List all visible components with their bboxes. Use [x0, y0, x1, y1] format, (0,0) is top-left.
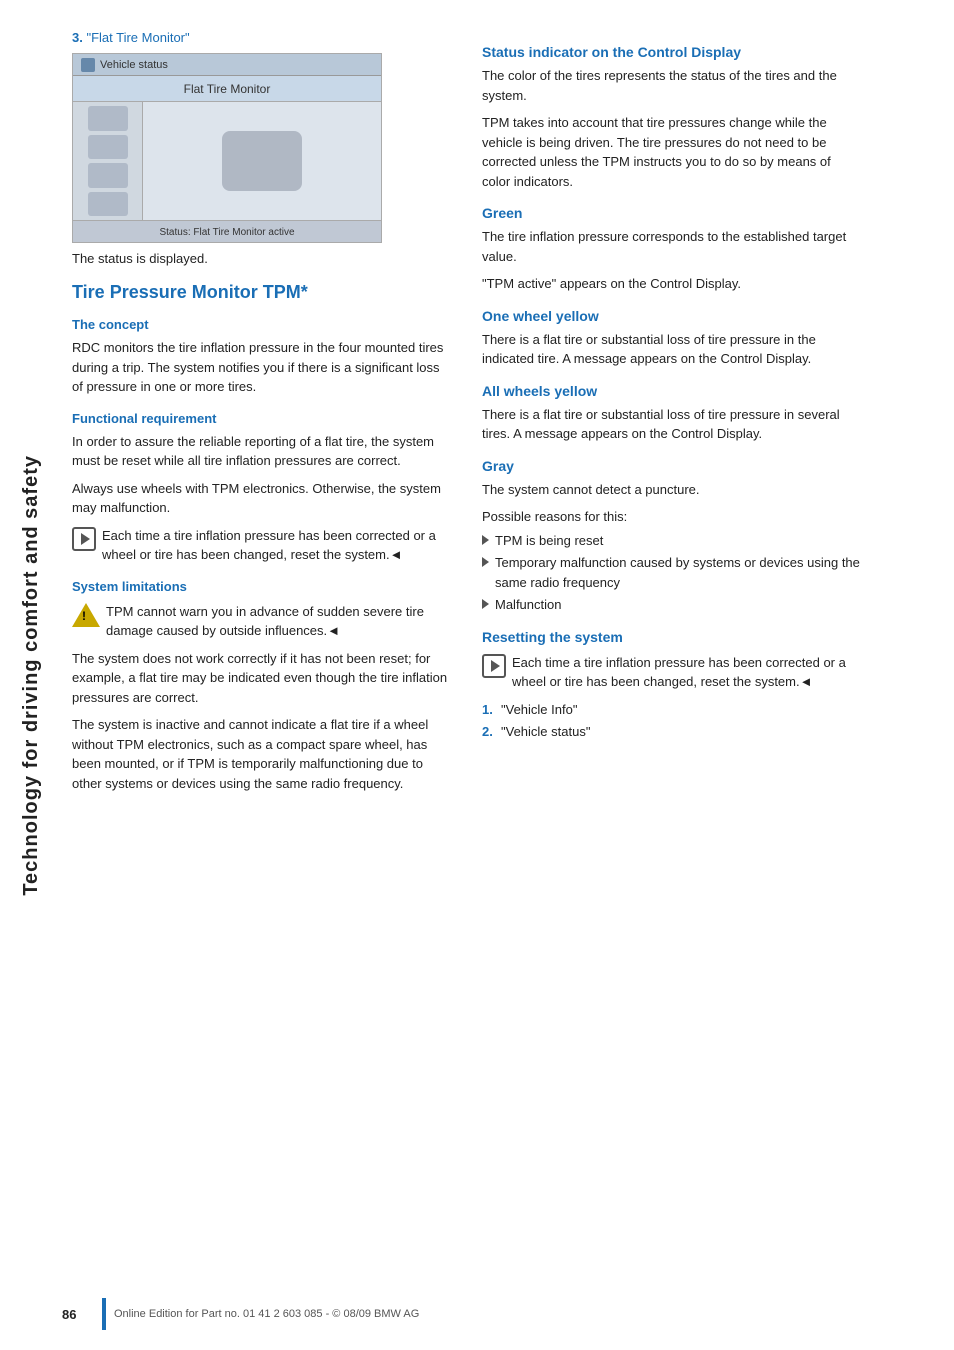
icon-1 — [88, 106, 128, 131]
screenshot-body — [73, 102, 381, 220]
gray-title: Gray — [482, 458, 862, 474]
step-3-number: 3. "Flat Tire Monitor" — [72, 30, 452, 45]
icon-4 — [88, 192, 128, 217]
step-text-2: "Vehicle status" — [501, 722, 590, 742]
functional-req-note-text: Each time a tire inflation pressure has … — [102, 526, 452, 565]
gray-body: The system cannot detect a puncture. — [482, 480, 862, 500]
status-indicator-body2: TPM takes into account that tire pressur… — [482, 113, 862, 191]
right-column: Status indicator on the Control Display … — [482, 30, 862, 1320]
bullet-text-3: Malfunction — [495, 595, 561, 615]
step-item-1: 1. "Vehicle Info" — [482, 700, 862, 720]
concept-body: RDC monitors the tire inflation pressure… — [72, 338, 452, 397]
bullet-text-1: TPM is being reset — [495, 531, 603, 551]
bullet-item-3: Malfunction — [482, 595, 862, 615]
system-limits-warning: TPM cannot warn you in advance of sudden… — [72, 602, 452, 641]
status-indicator-body1: The color of the tires represents the st… — [482, 66, 862, 105]
bullet-arrow-1 — [482, 535, 489, 545]
step-label: "Flat Tire Monitor" — [86, 30, 189, 45]
gray-sub-label: Possible reasons for this: — [482, 507, 862, 527]
step-num-2: 2. — [482, 722, 496, 742]
vehicle-status-screenshot: Vehicle status Flat Tire Monitor — [72, 53, 382, 243]
step-item-2: 2. "Vehicle status" — [482, 722, 862, 742]
icon-3 — [88, 163, 128, 188]
bullet-arrow-3 — [482, 599, 489, 609]
screenshot-header: Vehicle status — [73, 54, 381, 76]
system-limits-body1: The system does not work correctly if it… — [72, 649, 452, 708]
sidebar-text: Technology for driving comfort and safet… — [20, 455, 43, 896]
main-content: 3. "Flat Tire Monitor" Vehicle status Fl… — [62, 0, 954, 1350]
status-text: The status is displayed. — [72, 251, 452, 266]
page-footer: 86 Online Edition for Part no. 01 41 2 6… — [62, 1298, 954, 1330]
page-number: 86 — [62, 1307, 102, 1322]
resetting-steps: 1. "Vehicle Info" 2. "Vehicle status" — [482, 700, 862, 742]
resetting-play-triangle — [491, 660, 500, 672]
warning-triangle — [72, 603, 100, 627]
system-limits-body2: The system is inactive and cannot indica… — [72, 715, 452, 793]
footer-line — [102, 1298, 106, 1330]
green-body1: The tire inflation pressure corresponds … — [482, 227, 862, 266]
step-num-1: 1. — [482, 700, 496, 720]
screenshot-menu-label: Flat Tire Monitor — [184, 82, 271, 96]
all-wheels-yellow-title: All wheels yellow — [482, 383, 862, 399]
concept-title: The concept — [72, 317, 452, 332]
functional-req-note: Each time a tire inflation pressure has … — [72, 526, 452, 565]
warning-icon — [72, 603, 100, 629]
all-wheels-yellow-body: There is a flat tire or substantial loss… — [482, 405, 862, 444]
sidebar: Technology for driving comfort and safet… — [0, 0, 62, 1350]
icon-2 — [88, 135, 128, 160]
bullet-arrow-2 — [482, 557, 489, 567]
car-image — [222, 131, 302, 191]
resetting-play-icon — [482, 654, 506, 678]
gray-bullet-list: TPM is being reset Temporary malfunction… — [482, 531, 862, 615]
bullet-text-2: Temporary malfunction caused by systems … — [495, 553, 862, 592]
main-section-title: Tire Pressure Monitor TPM* — [72, 282, 452, 303]
screenshot-header-label: Vehicle status — [100, 59, 168, 71]
footer-text: Online Edition for Part no. 01 41 2 603 … — [114, 1308, 419, 1320]
left-column: 3. "Flat Tire Monitor" Vehicle status Fl… — [72, 30, 452, 1320]
status-indicator-title: Status indicator on the Control Display — [482, 44, 862, 60]
page-container: Technology for driving comfort and safet… — [0, 0, 954, 1350]
resetting-note-text: Each time a tire inflation pressure has … — [512, 653, 862, 692]
one-wheel-yellow-title: One wheel yellow — [482, 308, 862, 324]
bullet-item-1: TPM is being reset — [482, 531, 862, 551]
play-triangle — [81, 533, 90, 545]
screenshot-left-panel — [73, 102, 143, 220]
screenshot-car-area — [143, 102, 381, 220]
step-number-label: 3. — [72, 30, 83, 45]
functional-req-body2: Always use wheels with TPM electronics. … — [72, 479, 452, 518]
functional-req-body1: In order to assure the reliable reportin… — [72, 432, 452, 471]
system-limits-title: System limitations — [72, 579, 452, 594]
one-wheel-yellow-body: There is a flat tire or substantial loss… — [482, 330, 862, 369]
screenshot-menu-bar: Flat Tire Monitor — [73, 76, 381, 102]
screenshot-footer-label: Status: Flat Tire Monitor active — [159, 227, 294, 238]
step-text-1: "Vehicle Info" — [501, 700, 577, 720]
bullet-item-2: Temporary malfunction caused by systems … — [482, 553, 862, 592]
system-limits-warning-text: TPM cannot warn you in advance of sudden… — [106, 602, 452, 641]
green-title: Green — [482, 205, 862, 221]
play-icon — [72, 527, 96, 551]
resetting-note: Each time a tire inflation pressure has … — [482, 653, 862, 692]
screenshot-footer: Status: Flat Tire Monitor active — [73, 220, 381, 243]
resetting-title: Resetting the system — [482, 629, 862, 645]
header-icon — [81, 58, 95, 72]
functional-req-title: Functional requirement — [72, 411, 452, 426]
green-body2: "TPM active" appears on the Control Disp… — [482, 274, 862, 294]
